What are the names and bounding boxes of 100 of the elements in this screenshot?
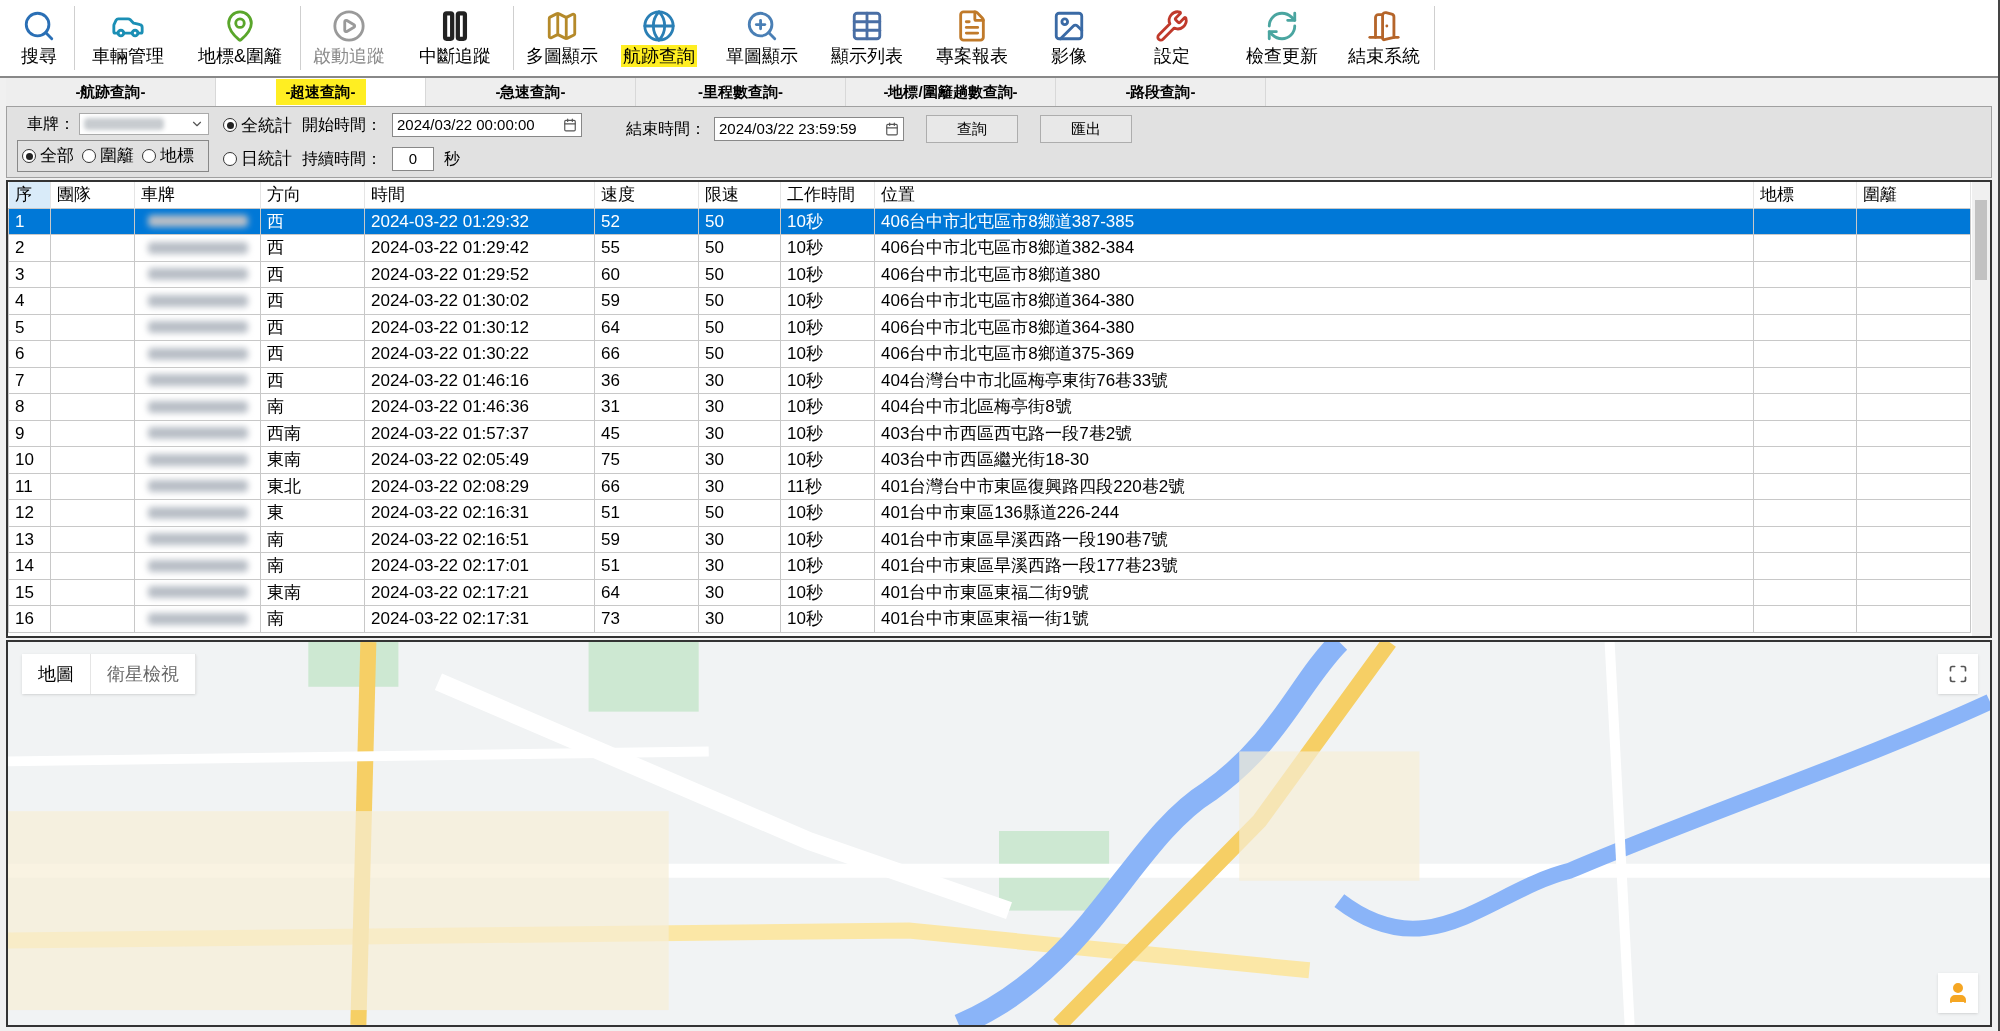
duration-field[interactable]: 0 [392, 146, 434, 171]
table-cell: 50 [705, 291, 724, 310]
toolbar-button[interactable]: 結束系統 [1334, 0, 1434, 76]
table-cell: 401台中市東區旱溪西路一段177巷23號 [881, 556, 1178, 575]
table-cell: 10秒 [787, 450, 823, 469]
toolbar-button[interactable]: 車輛管理 [75, 0, 180, 76]
table-row[interactable]: 7 西 2024-03-22 01:46:16 36 30 10秒 404台灣台中市北區梅亭東街76巷33號 [8, 367, 1971, 394]
play-icon [331, 9, 366, 43]
table-cell: 10秒 [787, 344, 823, 363]
table-cell: 東北 [267, 476, 301, 496]
table-cell: 50 [705, 211, 724, 231]
table-cell: 10秒 [787, 503, 823, 522]
table-cell: 11秒 [787, 476, 822, 496]
table-cell: 406台中市北屯區市8鄉道387-385 [881, 211, 1135, 231]
column-header[interactable]: 圍籬 [1856, 182, 1971, 208]
action-button[interactable]: 匯出 [1040, 115, 1132, 143]
column-header[interactable]: 序 [8, 182, 51, 208]
calendar-icon [885, 122, 899, 136]
table-cell: 11 [15, 476, 33, 496]
table-row[interactable]: 11 東北 2024-03-22 02:08:29 66 30 11秒 401台灣台中市東區復興路四段220巷2號 [8, 473, 1971, 500]
table-cell: 西 [267, 317, 284, 337]
scrollbar[interactable] [1972, 182, 1990, 636]
table-row[interactable]: 6 西 2024-03-22 01:30:22 66 50 10秒 406台中市北屯區市8鄉道375-369 [8, 340, 1971, 367]
column-header[interactable]: 車牌 [134, 182, 261, 208]
table-cell: 8 [15, 397, 25, 416]
tab[interactable]: -超速查詢- [216, 78, 426, 106]
table-cell: 2024-03-22 02:05:49 [371, 450, 529, 469]
wrench-icon [1154, 9, 1189, 43]
toolbar-button[interactable]: 搜尋 [4, 0, 74, 76]
plate-dropdown[interactable] [79, 113, 209, 136]
table-row[interactable]: 16 南 2024-03-22 02:17:31 73 30 10秒 401台中市東區東福一街1號 [8, 605, 1971, 632]
table-cell: 66 [601, 476, 620, 496]
table-row[interactable]: 5 西 2024-03-22 01:30:12 64 50 10秒 406台中市北屯區市8鄉道364-380 [8, 314, 1971, 341]
table-cell: 403台中市西區西屯路一段7巷2號 [881, 423, 1133, 443]
toolbar-button[interactable]: 單圖顯示 [709, 0, 814, 76]
table-cell: 50 [705, 238, 724, 257]
table-row[interactable]: 13 南 2024-03-22 02:16:51 59 30 10秒 401台中市東區旱溪西路一段190巷7號 [8, 526, 1971, 553]
toolbar-button[interactable]: 地標&圍籬 [180, 0, 300, 76]
table-cell: 10秒 [787, 556, 823, 575]
table-cell: 1 [15, 211, 25, 231]
table-cell: 2024-03-22 01:30:22 [371, 344, 529, 363]
action-button[interactable]: 查詢 [926, 115, 1018, 143]
column-header[interactable]: 時間 [364, 182, 595, 208]
table-cell: 2024-03-22 01:46:16 [371, 370, 529, 390]
table-cell: 2024-03-22 02:16:51 [371, 529, 529, 549]
table-row[interactable]: 1 西 2024-03-22 01:29:32 52 50 10秒 406台中市北屯區市8鄉道387-385 [8, 208, 1971, 235]
table-cell: 西 [267, 264, 284, 284]
toolbar-button[interactable]: 設定 [1114, 0, 1229, 76]
table-cell: 3 [15, 264, 25, 284]
radio-option[interactable]: 全部 [22, 143, 74, 169]
table-row[interactable]: 12 東 2024-03-22 02:16:31 51 50 10秒 401台中市東區136縣道226-244 [8, 499, 1971, 526]
column-header[interactable]: 團隊 [50, 182, 135, 208]
toolbar-button[interactable]: 航跡查詢 [609, 0, 709, 76]
fullscreen-button[interactable] [1938, 654, 1978, 694]
radio-option[interactable]: 日統計 [223, 146, 292, 172]
table-row[interactable]: 10 東南 2024-03-22 02:05:49 75 30 10秒 403台中市西區繼光街18-30 [8, 446, 1971, 473]
start-time-label: 開始時間： [302, 115, 382, 136]
table-row[interactable]: 4 西 2024-03-22 01:30:02 59 50 10秒 406台中市北屯區市8鄉道364-380 [8, 287, 1971, 314]
table-cell: 59 [601, 529, 620, 549]
table-cell: 10秒 [787, 317, 823, 337]
table-cell: 6 [15, 344, 25, 363]
radio-option[interactable]: 地標 [142, 143, 194, 169]
table-cell: 30 [705, 556, 724, 575]
table-cell: 10秒 [787, 397, 823, 416]
column-header[interactable]: 工作時間 [780, 182, 875, 208]
table-cell: 2024-03-22 02:17:01 [371, 556, 529, 575]
toolbar-button[interactable]: 多圖顯示 [514, 0, 609, 76]
map-type-button[interactable]: 地圖 [22, 654, 91, 694]
table-cell: 50 [705, 344, 724, 363]
toolbar-button[interactable]: 專案報表 [919, 0, 1024, 76]
radio-option[interactable]: 全統計 [223, 112, 292, 138]
table-row[interactable]: 9 西南 2024-03-22 01:57:37 45 30 10秒 403台中市西區西屯路一段7巷2號 [8, 420, 1971, 447]
table-row[interactable]: 2 西 2024-03-22 01:29:42 55 50 10秒 406台中市北屯區市8鄉道382-384 [8, 234, 1971, 261]
end-time-field[interactable]: 2024/03/22 23:59:59 [714, 117, 904, 141]
table-row[interactable]: 3 西 2024-03-22 01:29:52 60 50 10秒 406台中市北屯區市8鄉道380 [8, 261, 1971, 288]
table-row[interactable]: 14 南 2024-03-22 02:17:01 51 30 10秒 401台中市東區旱溪西路一段177巷23號 [8, 552, 1971, 579]
table-cell: 9 [15, 423, 25, 443]
table-cell: 50 [705, 503, 724, 522]
column-header[interactable]: 地標 [1753, 182, 1857, 208]
table-cell: 401台中市東區東福一街1號 [881, 609, 1089, 628]
street-view-button[interactable] [1938, 973, 1978, 1013]
duration-unit: 秒 [444, 148, 460, 169]
column-header[interactable]: 速度 [594, 182, 699, 208]
table-row[interactable]: 8 南 2024-03-22 01:46:36 31 30 10秒 404台中市北區梅亭街8號 [8, 393, 1971, 420]
column-header[interactable]: 限速 [698, 182, 781, 208]
column-header[interactable]: 方向 [260, 182, 365, 208]
table-cell: 南 [267, 556, 284, 575]
table-cell: 51 [601, 503, 620, 522]
toolbar-button[interactable]: 影像 [1024, 0, 1114, 76]
plate-label: 車牌： [27, 114, 75, 135]
radio-option[interactable]: 圍籬 [82, 143, 134, 169]
toolbar-button[interactable]: 顯示列表 [814, 0, 919, 76]
table-cell: 2 [15, 238, 25, 257]
map-type-button[interactable]: 衛星檢視 [91, 654, 196, 694]
start-time-field[interactable]: 2024/03/22 00:00:00 [392, 113, 582, 138]
table-cell: 2024-03-22 02:17:31 [371, 609, 529, 628]
column-header[interactable]: 位置 [874, 182, 1754, 208]
toolbar-button[interactable]: 檢查更新 [1229, 0, 1334, 76]
table-row[interactable]: 15 東南 2024-03-22 02:17:21 64 30 10秒 401台中市東區東福二街9號 [8, 579, 1971, 606]
toolbar-button[interactable]: 中斷追蹤 [396, 0, 513, 76]
